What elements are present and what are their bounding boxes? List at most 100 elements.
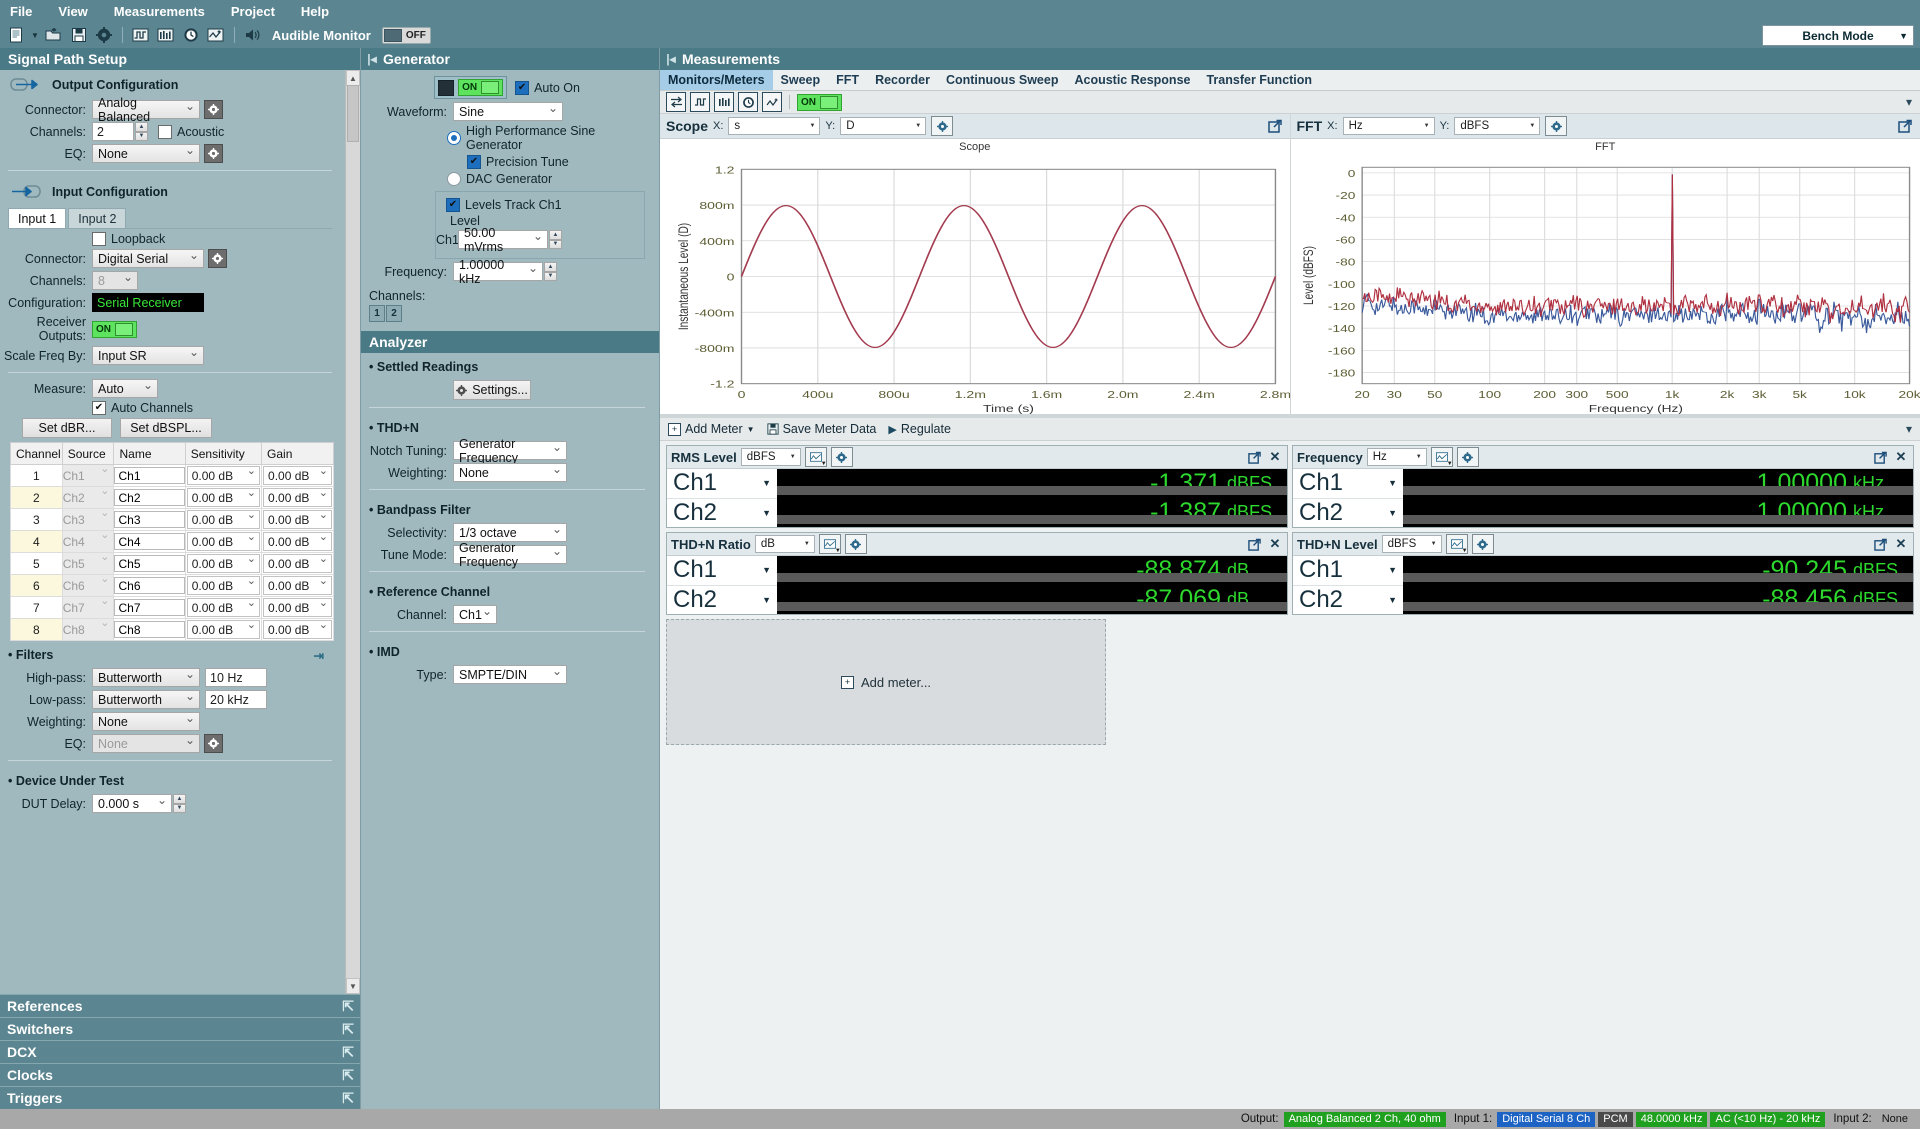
hp-sine-radio[interactable]	[447, 131, 461, 145]
channel-name-input[interactable]	[114, 533, 185, 550]
filter-eq-gear-icon[interactable]	[204, 734, 223, 753]
scale-freq-select[interactable]: Input SR	[92, 345, 204, 365]
meter-popout-icon[interactable]	[1871, 535, 1889, 553]
stepper-down[interactable]: ▼	[173, 803, 186, 813]
loopback-checkbox[interactable]	[92, 232, 106, 246]
tab-fft[interactable]: FFT	[828, 70, 867, 90]
stepper-up[interactable]: ▲	[549, 230, 562, 240]
dut-delay-select[interactable]: 0.000 s	[92, 793, 172, 813]
meter-popout-icon[interactable]	[1245, 535, 1263, 553]
lowpass-type-select[interactable]: Butterworth	[92, 689, 200, 709]
meter-display-icon[interactable]: ▼	[818, 534, 841, 554]
generator-on-toggle[interactable]: ON	[458, 79, 504, 96]
input-config-value[interactable]: Serial Receiver	[92, 293, 204, 312]
meter-channel-label[interactable]: Ch2 ▼	[667, 499, 777, 528]
bench-mode-selector[interactable]: Bench Mode ▼	[1762, 25, 1914, 46]
swap-icon[interactable]	[666, 92, 686, 112]
meter-channel-label[interactable]: Ch2 ▼	[1293, 499, 1403, 528]
tab-input-2[interactable]: Input 2	[68, 208, 127, 228]
new-document-dropdown-caret[interactable]: ▼	[31, 31, 39, 40]
channel-name-input[interactable]	[114, 489, 185, 506]
cell-sensitivity[interactable]: 0.00 dB	[184, 574, 263, 597]
cell-sensitivity[interactable]: 0.00 dB	[184, 530, 263, 553]
cell-name[interactable]	[113, 552, 186, 575]
generator-channel-1[interactable]: 1	[369, 305, 385, 322]
new-document-icon[interactable]	[6, 25, 26, 45]
scroll-down-arrow[interactable]: ▼	[346, 978, 360, 994]
meter-unit-select[interactable]: Hz	[1366, 448, 1427, 466]
meter-settings-gear-icon[interactable]	[1456, 447, 1479, 467]
cell-gain[interactable]: 0.00 dB	[261, 596, 334, 619]
meter-channel-label[interactable]: Ch2 ▼	[1293, 586, 1403, 615]
output-connector-gear-icon[interactable]	[204, 100, 223, 119]
meter-channel-label[interactable]: Ch2 ▼	[667, 586, 777, 615]
cell-gain[interactable]: 0.00 dB	[261, 574, 334, 597]
tab-recorder[interactable]: Recorder	[867, 70, 938, 90]
cell-sensitivity[interactable]: 0.00 dB	[184, 464, 263, 487]
pin-icon[interactable]: |◂	[361, 52, 383, 66]
status-input1-value[interactable]: Digital Serial 8 Ch	[1497, 1111, 1596, 1127]
popout-icon[interactable]: ⇱	[342, 998, 354, 1015]
precision-tune-checkbox[interactable]	[467, 155, 481, 169]
scope-settings-gear-icon[interactable]	[931, 116, 954, 136]
output-eq-select[interactable]: None	[92, 143, 200, 163]
bargraph-icon[interactable]	[156, 25, 176, 45]
menu-item-project[interactable]: Project	[231, 4, 275, 19]
cell-sensitivity[interactable]: 0.00 dB	[184, 596, 263, 619]
meter-unit-select[interactable]: dBFS	[1381, 535, 1442, 553]
scrollbar-thumb[interactable]	[347, 85, 359, 142]
cell-gain[interactable]: 0.00 dB	[261, 486, 334, 509]
save-icon[interactable]	[69, 25, 89, 45]
status-input1-format[interactable]: PCM	[1598, 1111, 1633, 1127]
status-output-value[interactable]: Analog Balanced 2 Ch, 40 ohm	[1283, 1111, 1446, 1127]
set-dbr-button[interactable]: Set dBR...	[22, 418, 112, 438]
meter-close-icon[interactable]: ✕	[1893, 536, 1909, 552]
output-channels-stepper[interactable]: ▲ ▼	[135, 122, 148, 141]
save-meter-data-button[interactable]: Save Meter Data	[767, 422, 876, 436]
trend-icon[interactable]	[762, 92, 782, 112]
channel-name-input[interactable]	[114, 621, 185, 638]
meter-channel-label[interactable]: Ch1 ▼	[667, 469, 777, 499]
status-input2-value[interactable]: None	[1877, 1112, 1913, 1127]
meter-display-icon[interactable]: ▼	[804, 447, 827, 467]
channel-name-input[interactable]	[114, 577, 185, 594]
acoustic-checkbox[interactable]	[158, 124, 172, 139]
popout-icon[interactable]: ⇱	[342, 1044, 354, 1061]
meter-close-icon[interactable]: ✕	[1267, 449, 1283, 465]
menu-item-measurements[interactable]: Measurements	[114, 4, 205, 19]
popout-icon[interactable]: ⇱	[342, 1021, 354, 1038]
sidebar-item-references[interactable]: References ⇱	[0, 994, 360, 1017]
meters-collapse-icon[interactable]: ▾	[1906, 422, 1912, 436]
sidebar-item-triggers[interactable]: Triggers ⇱	[0, 1086, 360, 1109]
cell-sensitivity[interactable]: 0.00 dB	[184, 618, 263, 641]
fft-y-unit-select[interactable]: dBFS	[1454, 117, 1541, 135]
status-input1-filter[interactable]: AC (<10 Hz) - 20 kHz	[1710, 1111, 1826, 1127]
cell-name[interactable]	[113, 596, 186, 619]
meter-unit-select[interactable]: dBFS	[740, 448, 801, 466]
cell-gain[interactable]: 0.00 dB	[261, 618, 334, 641]
imd-type-select[interactable]: SMPTE/DIN	[453, 664, 567, 684]
tab-sweep[interactable]: Sweep	[773, 70, 829, 90]
meter-settings-gear-icon[interactable]	[1471, 534, 1494, 554]
menu-item-help[interactable]: Help	[301, 4, 329, 19]
analyzer-settings-button[interactable]: Settings...	[453, 380, 531, 400]
channel-name-input[interactable]	[114, 511, 185, 528]
cell-name[interactable]	[113, 574, 186, 597]
regulate-button[interactable]: ▶ Regulate	[888, 422, 951, 436]
receiver-outputs-toggle[interactable]: ON	[92, 320, 137, 338]
frequency-stepper[interactable]: ▲ ▼	[544, 262, 557, 281]
meter-display-icon[interactable]: ▼	[1430, 447, 1453, 467]
sidebar-item-clocks[interactable]: Clocks ⇱	[0, 1063, 360, 1086]
tune-mode-select[interactable]: Generator Frequency	[453, 541, 567, 569]
filter-weighting-select[interactable]: None	[92, 711, 200, 731]
output-connector-select[interactable]: Analog Balanced	[92, 96, 200, 124]
fft-settings-gear-icon[interactable]	[1545, 116, 1568, 136]
cell-source[interactable]: Ch8	[61, 617, 115, 641]
collapse-icon[interactable]: ▾	[1906, 95, 1912, 109]
open-project-icon[interactable]	[44, 25, 64, 45]
thdn-weighting-select[interactable]: None	[453, 462, 567, 482]
tab-continuous-sweep[interactable]: Continuous Sweep	[938, 70, 1067, 90]
cell-sensitivity[interactable]: 0.00 dB	[184, 508, 263, 531]
dac-generator-radio[interactable]	[447, 172, 461, 186]
meter-popout-icon[interactable]	[1245, 448, 1263, 466]
